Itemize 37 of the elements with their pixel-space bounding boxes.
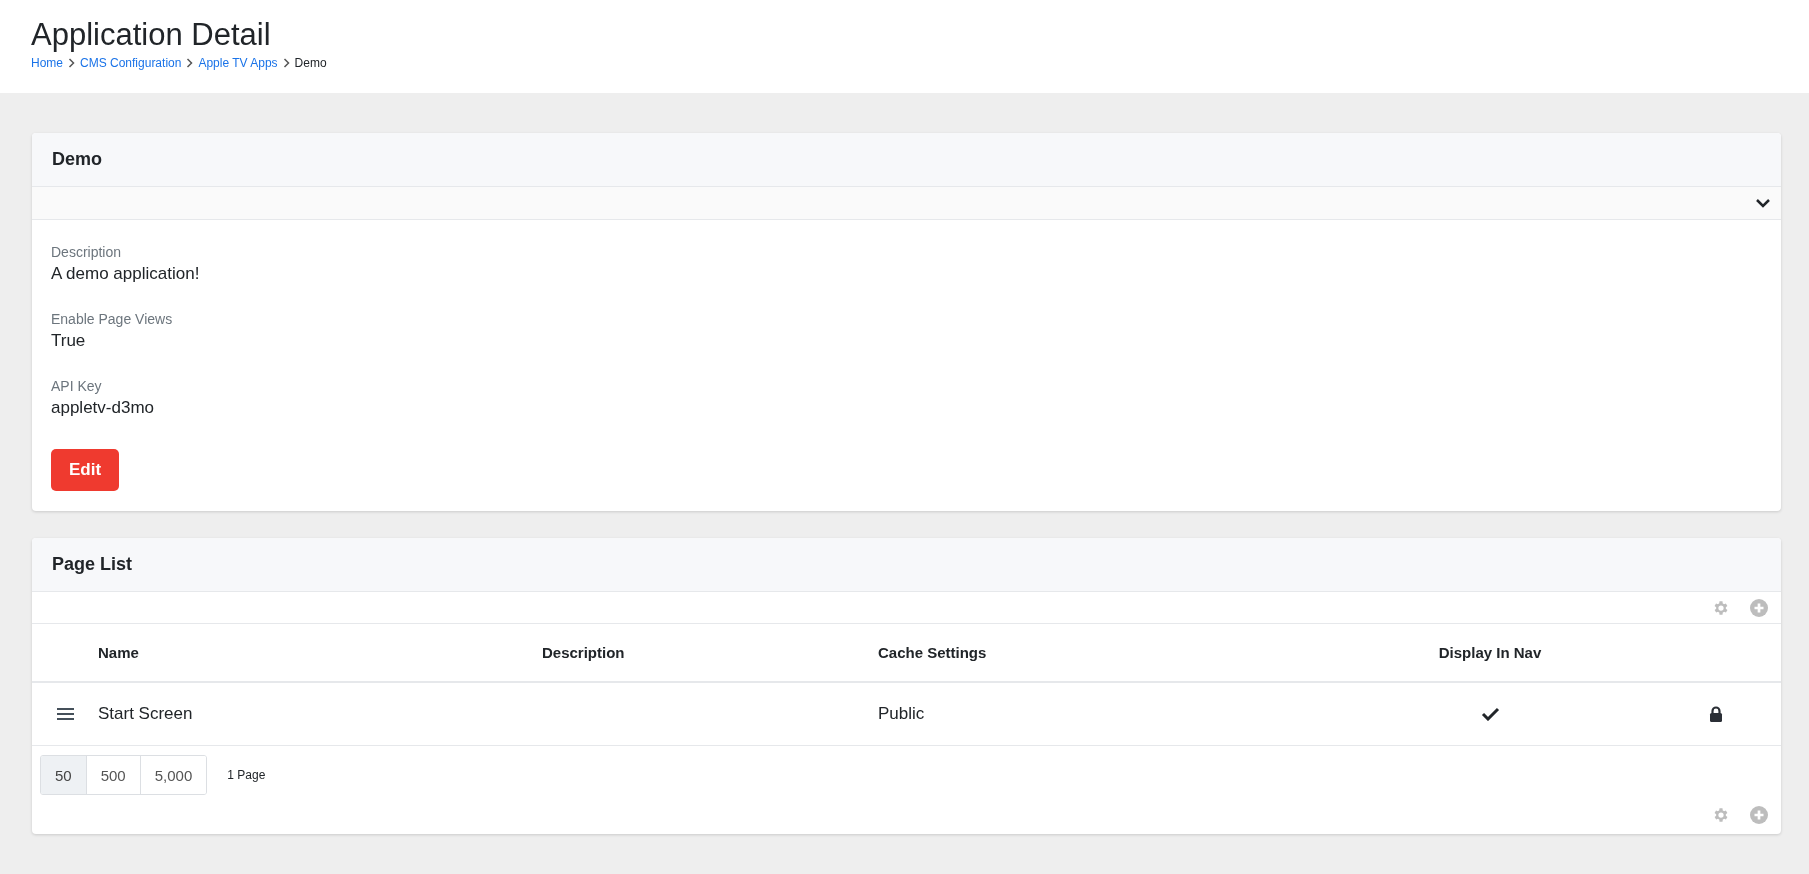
edit-button[interactable]: Edit <box>51 449 120 491</box>
field-value: appletv-d3mo <box>51 397 155 419</box>
breadcrumb-link[interactable]: Home <box>31 56 63 70</box>
add-button[interactable] <box>1750 598 1768 617</box>
chevron-right-icon <box>68 58 75 68</box>
add-icon <box>1750 805 1768 824</box>
chevron-icon <box>1755 198 1771 208</box>
table-cell: Public <box>878 703 925 723</box>
breadcrumb-link[interactable]: Apple TV Apps <box>198 56 278 70</box>
column-header: Description <box>542 643 625 661</box>
settings-button[interactable] <box>1712 805 1730 824</box>
collapse-toggle[interactable] <box>1755 198 1771 208</box>
card-title: Demo <box>52 149 102 170</box>
drag-handle-icon[interactable] <box>56 707 74 722</box>
page-count: 1 Page <box>227 768 266 782</box>
page-size-button[interactable]: 50 <box>41 756 86 794</box>
settings-icon <box>1712 805 1730 824</box>
column-header: Display In Nav <box>1438 643 1542 661</box>
field-value: True <box>51 330 87 352</box>
column-header: Cache Settings <box>878 643 987 661</box>
field-value: A demo application! <box>51 263 201 285</box>
column-header: Name <box>98 643 139 661</box>
page-title: Application Detail <box>31 16 272 54</box>
breadcrumb-link[interactable]: CMS Configuration <box>80 56 182 70</box>
add-button[interactable] <box>1750 805 1768 824</box>
chevron-right-icon <box>186 58 194 68</box>
field-label: API Key <box>51 377 103 396</box>
page-size-button[interactable]: 5,000 <box>139 756 207 794</box>
settings-button[interactable] <box>1712 598 1730 617</box>
card-title: Page List <box>52 554 133 575</box>
table-cell: Start Screen <box>98 703 193 723</box>
breadcrumb-current-page: Demo <box>294 56 327 70</box>
add-icon <box>1750 598 1768 617</box>
field-label: Enable Page Views <box>51 310 174 329</box>
field-label: Description <box>51 243 123 262</box>
settings-icon <box>1712 598 1730 617</box>
chevron-right-icon <box>282 58 290 68</box>
